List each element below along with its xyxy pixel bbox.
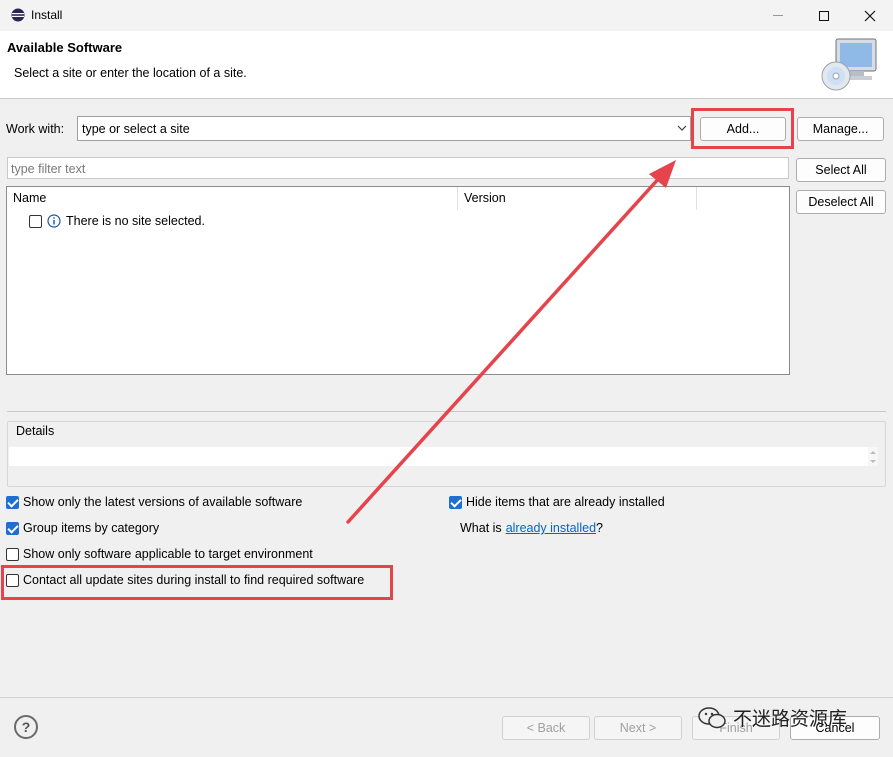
software-tree[interactable]: Name Version There is no site selected. <box>6 186 790 375</box>
manage-button[interactable]: Manage... <box>797 117 884 141</box>
tree-row[interactable]: There is no site selected. <box>29 214 205 228</box>
target-label: Show only software applicable to target … <box>23 547 313 561</box>
what-is-installed: What is already installed ? <box>460 521 603 535</box>
minimize-icon <box>773 15 783 16</box>
maximize-icon <box>819 10 829 21</box>
filter-input[interactable]: type filter text <box>7 157 789 179</box>
separator <box>7 411 886 412</box>
details-label: Details <box>15 424 56 438</box>
deselect-all-button[interactable]: Deselect All <box>796 190 886 214</box>
close-button[interactable] <box>847 0 893 31</box>
highlight-add-box <box>691 108 794 149</box>
chevron-down-icon <box>677 125 687 131</box>
group-label: Group items by category <box>23 521 160 535</box>
select-all-button[interactable]: Select All <box>796 158 886 182</box>
target-checkbox[interactable] <box>6 547 19 561</box>
work-with-label: Work with: <box>6 122 65 136</box>
row-checkbox[interactable] <box>29 214 42 228</box>
column-header-version[interactable]: Version <box>458 187 697 210</box>
filter-placeholder: type filter text <box>11 162 86 176</box>
minimize-button[interactable] <box>755 0 801 31</box>
hide-label: Hide items that are already installed <box>466 495 665 509</box>
back-button[interactable]: < Back <box>502 716 590 740</box>
latest-label: Show only the latest versions of availab… <box>23 495 303 509</box>
window-title: Install <box>31 8 63 22</box>
page-description: Select a site or enter the location of a… <box>14 66 247 80</box>
eclipse-icon <box>11 8 25 22</box>
watermark-text: 不迷路资源库 <box>733 709 848 730</box>
title-bar: Install <box>0 0 893 31</box>
site-combo-value: type or select a site <box>82 122 190 136</box>
option-hide-installed[interactable]: Hide items that are already installed <box>449 495 665 509</box>
option-group-by-category[interactable]: Group items by category <box>6 521 159 535</box>
site-combo[interactable]: type or select a site <box>77 116 691 141</box>
close-icon <box>864 10 876 21</box>
row-text: There is no site selected. <box>66 214 205 228</box>
details-scrollbar[interactable] <box>868 447 878 466</box>
option-target-environment[interactable]: Show only software applicable to target … <box>6 547 313 561</box>
page-title: Available Software <box>7 40 123 55</box>
hide-checkbox[interactable] <box>449 495 462 509</box>
install-monitor-icon <box>821 38 877 91</box>
already-installed-link[interactable]: already installed <box>506 521 596 535</box>
maximize-button[interactable] <box>801 0 847 31</box>
next-button[interactable]: Next > <box>594 716 682 740</box>
help-icon[interactable]: ? <box>14 715 38 739</box>
scroll-up-icon <box>870 451 876 454</box>
info-icon <box>47 214 61 228</box>
group-checkbox[interactable] <box>6 521 19 535</box>
option-latest-versions[interactable]: Show only the latest versions of availab… <box>6 495 302 509</box>
column-header-extra <box>697 187 789 210</box>
scroll-down-icon <box>870 460 876 463</box>
highlight-contact-box <box>1 565 393 600</box>
what-is-prefix: What is <box>460 521 502 535</box>
footer-separator <box>0 697 893 698</box>
details-text[interactable] <box>9 447 878 466</box>
latest-checkbox[interactable] <box>6 495 19 509</box>
wizard-header: Available Software Select a site or ente… <box>0 31 893 99</box>
wechat-icon <box>698 706 726 728</box>
column-header-name[interactable]: Name <box>7 187 458 210</box>
what-is-suffix: ? <box>596 521 603 535</box>
watermark: 不迷路资源库 <box>697 704 847 731</box>
